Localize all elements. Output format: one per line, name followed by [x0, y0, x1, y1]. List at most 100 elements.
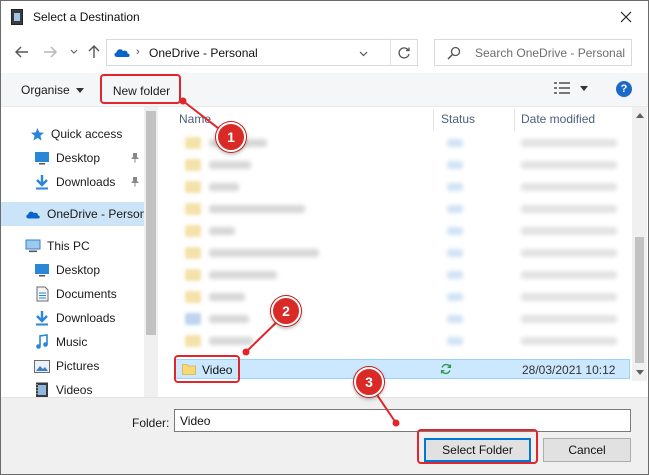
folder-name-input[interactable] [174, 409, 631, 432]
computer-icon [25, 238, 41, 254]
column-header-name[interactable]: Name [179, 112, 211, 126]
close-button[interactable] [612, 5, 640, 29]
sidebar-item-label: Downloads [56, 311, 116, 325]
blurred-text [209, 249, 319, 257]
sidebar-item-label: This PC [47, 239, 90, 253]
column-header-date-modified[interactable]: Date modified [521, 112, 595, 126]
chevron-down-icon [359, 51, 368, 57]
scroll-down-arrow-icon[interactable] [635, 368, 644, 377]
sidebar-item-pictures[interactable]: Pictures [1, 354, 144, 378]
address-bar[interactable]: › OneDrive - Personal [106, 39, 418, 66]
sidebar-item-downloads[interactable]: Downloads [1, 306, 144, 330]
scroll-up-arrow-icon[interactable] [635, 111, 644, 120]
sidebar-item-label: Music [56, 335, 88, 349]
search-icon [447, 46, 461, 63]
sidebar-item-videos[interactable]: Videos [1, 378, 144, 397]
blurred-row[interactable] [175, 177, 630, 197]
music-icon [34, 334, 50, 350]
breadcrumb-onedrive[interactable]: OneDrive - Personal [149, 46, 258, 60]
pin-icon [130, 152, 140, 166]
blurred-date [521, 139, 617, 147]
sync-icon [440, 363, 452, 378]
folder-label: Folder: [132, 416, 170, 430]
back-button[interactable] [11, 41, 33, 63]
change-view-button[interactable] [554, 82, 588, 94]
command-bar: Organise New folder ? [1, 73, 648, 107]
organise-label: Organise [21, 83, 70, 97]
download-icon [34, 310, 50, 326]
help-button[interactable]: ? [616, 81, 632, 97]
address-dropdown-button[interactable] [359, 46, 368, 60]
annotation-badge-1: 1 [216, 122, 246, 152]
recent-locations-button[interactable] [63, 41, 85, 63]
folder-icon [185, 247, 201, 259]
sidebar-item-label: Quick access [51, 127, 123, 141]
blurred-status [447, 337, 463, 345]
sidebar-item-music[interactable]: Music [1, 330, 144, 354]
cancel-button[interactable]: Cancel [543, 438, 631, 462]
refresh-button[interactable] [390, 39, 416, 66]
sidebar-item-documents[interactable]: Documents [1, 282, 144, 306]
blurred-text [209, 205, 305, 213]
file-date-modified: 28/03/2021 10:12 [522, 363, 616, 377]
annotation-badge-2: 2 [271, 296, 301, 326]
blurred-row[interactable] [175, 309, 630, 329]
download-icon [34, 174, 50, 190]
folder-icon [185, 137, 201, 149]
folder-icon [185, 159, 201, 171]
blurred-row[interactable] [175, 243, 630, 263]
file-row-video[interactable]: Video 28/03/2021 10:12 [175, 359, 630, 379]
column-divider[interactable] [433, 109, 434, 131]
blurred-status [447, 183, 463, 191]
picture-icon [34, 358, 50, 374]
blurred-date [521, 249, 617, 257]
blurred-row[interactable] [175, 331, 630, 351]
blurred-row[interactable] [175, 287, 630, 307]
column-divider[interactable] [514, 109, 515, 131]
blurred-date [521, 227, 617, 235]
search-box[interactable]: Search OneDrive - Personal [434, 39, 632, 66]
search-placeholder: Search OneDrive - Personal [475, 46, 626, 60]
column-header-status[interactable]: Status [441, 112, 475, 126]
blurred-date [521, 293, 617, 301]
blurred-status [447, 293, 463, 301]
organise-button[interactable]: Organise [21, 83, 84, 97]
sidebar-item-label: Videos [56, 383, 93, 397]
scrollbar-thumb[interactable] [635, 237, 644, 363]
sidebar-item-label: Desktop [56, 151, 101, 165]
cloud-icon [113, 47, 131, 61]
document-icon [34, 286, 50, 302]
blurred-row[interactable] [175, 221, 630, 241]
blurred-status [447, 139, 463, 147]
highlight-video-row [174, 355, 240, 383]
blurred-text [209, 161, 251, 169]
blurred-row[interactable] [175, 265, 630, 285]
sidebar-item-this-pc[interactable]: This PC [1, 234, 144, 258]
blurred-status [447, 249, 463, 257]
blurred-status [447, 227, 463, 235]
cloud-icon [25, 206, 41, 222]
scrollbar-thumb[interactable] [146, 111, 156, 335]
blurred-row[interactable] [175, 155, 630, 175]
sidebar-item-desktop[interactable]: Desktop [1, 258, 144, 282]
blurred-status [447, 315, 463, 323]
navigation-pane: Quick access Desktop Downloads OneDrive … [1, 107, 158, 397]
blurred-date [521, 205, 617, 213]
blurred-date [521, 161, 617, 169]
folder-icon [185, 335, 201, 347]
up-button[interactable] [83, 41, 105, 63]
dialog-window: Select a Destination › OneDrive - Person… [0, 0, 649, 475]
sidebar-item-label: Downloads [56, 175, 116, 189]
navigation-scrollbar[interactable] [144, 107, 158, 397]
breadcrumb-separator: › [136, 46, 140, 58]
forward-button[interactable] [39, 41, 61, 63]
back-arrow-icon [15, 46, 28, 58]
file-list-scrollbar[interactable] [632, 107, 647, 381]
caret-down-icon [580, 85, 588, 91]
sidebar-item-downloads-pinned[interactable]: Downloads [1, 170, 144, 194]
sidebar-item-desktop-pinned[interactable]: Desktop [1, 146, 144, 170]
sidebar-item-quick-access[interactable]: Quick access [1, 122, 144, 146]
blurred-text [209, 337, 253, 345]
blurred-row[interactable] [175, 199, 630, 219]
sidebar-item-onedrive[interactable]: OneDrive - Personal [1, 202, 144, 226]
